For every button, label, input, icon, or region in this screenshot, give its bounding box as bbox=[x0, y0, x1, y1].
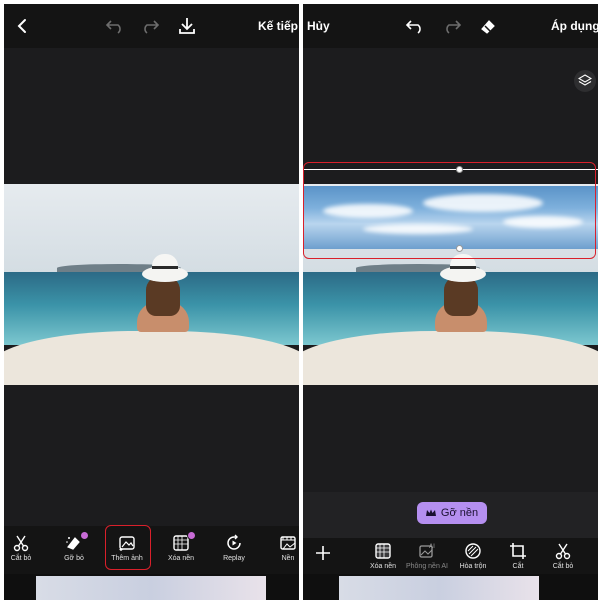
redo-icon bbox=[446, 20, 462, 34]
tool-label: Cắt bỏ bbox=[10, 555, 32, 562]
cancel-button[interactable]: Hủy bbox=[307, 19, 330, 33]
remove-background-label: Gỡ nền bbox=[440, 507, 479, 519]
tool-label: Cắt bbox=[512, 563, 524, 570]
tool-label: Phông nền AI bbox=[405, 563, 449, 570]
editor-screen-right: Hủy Áp dụng Gỡ nền Xóa nền AI Phông nền … bbox=[303, 4, 598, 600]
tool-label: Gỡ bỏ bbox=[64, 555, 84, 562]
download-icon bbox=[179, 18, 195, 34]
highlight-add-image bbox=[105, 525, 151, 570]
crop-icon bbox=[510, 543, 526, 559]
tool-cut[interactable]: Cắt bỏ bbox=[541, 542, 585, 570]
top-bar: Kế tiếp bbox=[4, 4, 299, 48]
sky-area bbox=[4, 184, 299, 273]
ad-banner[interactable] bbox=[4, 574, 299, 600]
undo-icon bbox=[405, 20, 421, 34]
woman-hair bbox=[146, 276, 180, 316]
hat-band bbox=[450, 266, 476, 269]
highlight-sky-layer bbox=[303, 162, 596, 259]
top-bar: Hủy Áp dụng bbox=[303, 4, 598, 48]
redo-button[interactable] bbox=[139, 15, 161, 37]
tool-label: Cắt bỏ bbox=[552, 563, 574, 570]
ai-background-icon: AI bbox=[419, 543, 435, 558]
redo-icon bbox=[144, 20, 160, 34]
undo-button[interactable] bbox=[404, 15, 426, 37]
download-button[interactable] bbox=[176, 15, 198, 37]
tool-label: Xóa nền bbox=[369, 563, 397, 570]
premium-badge bbox=[187, 531, 196, 540]
tool-remove-background[interactable]: Xóa nền bbox=[159, 531, 203, 562]
scissors-icon bbox=[555, 543, 571, 560]
tool-add-layer[interactable] bbox=[303, 544, 343, 562]
tool-blend[interactable]: Hòa trộn bbox=[451, 542, 495, 570]
background-icon bbox=[280, 536, 296, 550]
photo-canvas[interactable] bbox=[4, 184, 299, 385]
remove-background-icon bbox=[375, 543, 391, 559]
layers-button[interactable] bbox=[574, 70, 596, 92]
tool-background[interactable]: Nền bbox=[266, 534, 299, 562]
tool-label: Xóa nền bbox=[167, 555, 195, 562]
undo-button[interactable] bbox=[104, 15, 126, 37]
undo-icon bbox=[105, 20, 121, 34]
scissors-icon bbox=[13, 535, 29, 552]
blend-icon bbox=[465, 543, 481, 559]
bottom-toolbar: Cắt bỏ Gỡ bỏ Thêm ảnh Xóa nền Replay Nền bbox=[4, 526, 299, 574]
woman-hair bbox=[444, 276, 478, 316]
tool-replay[interactable]: Replay bbox=[212, 534, 256, 562]
tool-label: Replay bbox=[223, 555, 245, 562]
premium-badge bbox=[80, 531, 89, 540]
ad-image bbox=[36, 576, 266, 600]
redo-button[interactable] bbox=[441, 15, 463, 37]
back-button[interactable] bbox=[14, 15, 30, 37]
eraser-button[interactable] bbox=[477, 15, 499, 37]
layers-icon bbox=[578, 74, 592, 86]
tool-cut[interactable]: Cắt bỏ bbox=[4, 534, 43, 562]
tool-label: Nền bbox=[281, 555, 295, 562]
sand-area bbox=[4, 330, 299, 385]
replay-icon bbox=[227, 534, 241, 550]
tool-remove-object[interactable]: Gỡ bỏ bbox=[52, 531, 96, 562]
crown-icon bbox=[425, 509, 436, 516]
svg-text:AI: AI bbox=[429, 543, 435, 550]
eraser-icon bbox=[481, 20, 495, 34]
ad-image bbox=[339, 576, 539, 600]
tool-remove-background[interactable]: Xóa nền bbox=[361, 542, 405, 570]
ad-banner[interactable] bbox=[303, 574, 598, 600]
tool-label: Hòa trộn bbox=[459, 563, 487, 570]
next-button[interactable]: Kế tiếp bbox=[258, 19, 298, 33]
chevron-left-icon bbox=[17, 19, 26, 33]
remove-background-button[interactable]: Gỡ nền bbox=[417, 502, 487, 524]
plus-icon bbox=[316, 546, 330, 560]
tool-ai-background[interactable]: AI Phông nền AI bbox=[405, 542, 449, 570]
sand-area bbox=[303, 330, 598, 385]
bottom-toolbar: Xóa nền AI Phông nền AI Hòa trộn Cắt Cắt… bbox=[303, 538, 598, 574]
hat-band bbox=[152, 266, 178, 269]
apply-button[interactable]: Áp dụng bbox=[551, 19, 598, 33]
tool-crop[interactable]: Cắt bbox=[496, 542, 540, 570]
editor-screen-left: Kế tiếp Cắt bỏ Gỡ bỏ Thêm ảnh Xóa nền Re… bbox=[4, 4, 299, 600]
